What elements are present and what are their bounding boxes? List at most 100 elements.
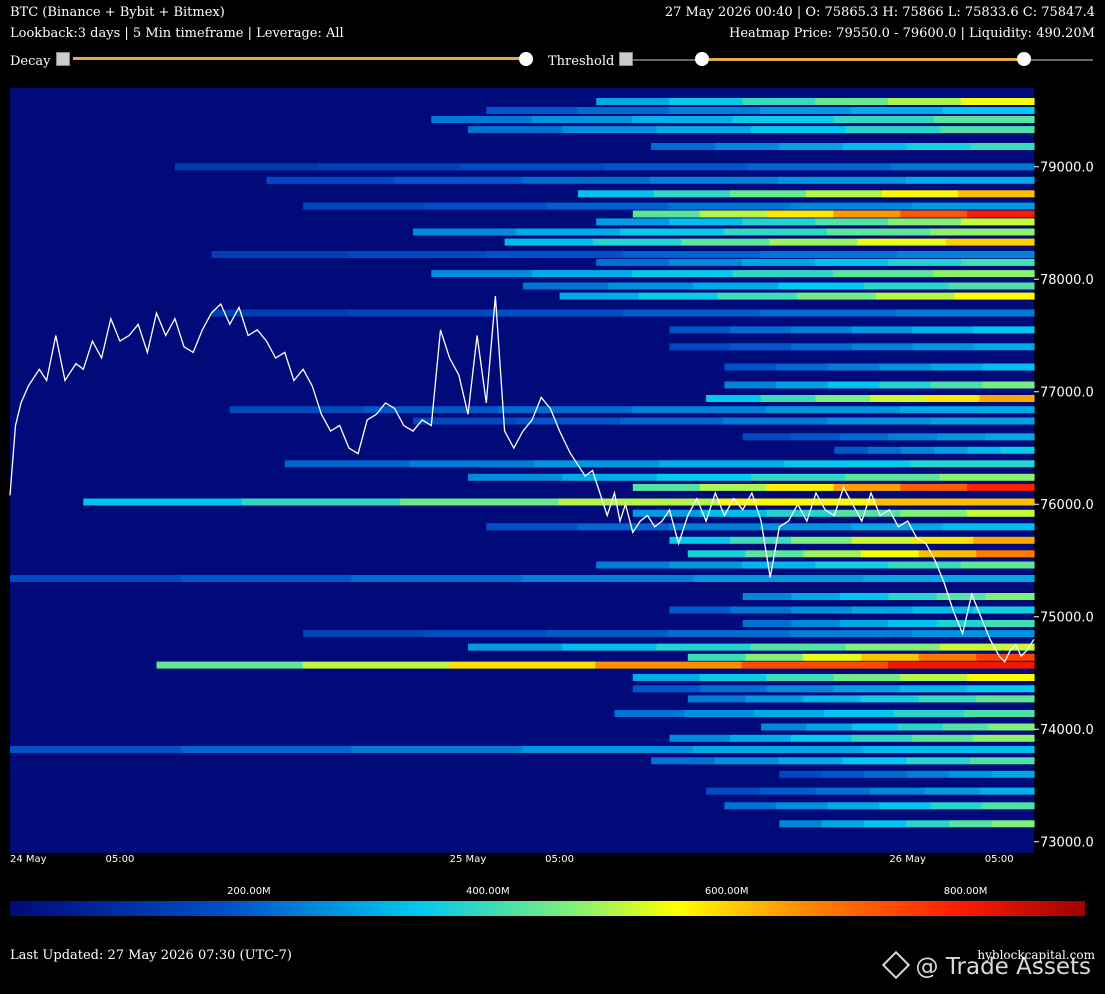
x-tick-label: 05:00 (985, 854, 1014, 865)
liquidity-band-segment (485, 251, 624, 258)
liquidity-band-segment (668, 202, 791, 210)
liquidity-band-segment (894, 710, 965, 717)
colorbar-tick-label: 600.00M (704, 886, 749, 897)
liquidity-band-segment (348, 251, 487, 258)
liquidity-band-segment (546, 202, 670, 210)
liquidity-band-segment (900, 674, 968, 681)
decay-label: Decay (10, 54, 51, 69)
liquidity-band-segment (851, 536, 914, 544)
liquidity-band-segment (982, 363, 1035, 371)
liquidity-band-segment (936, 593, 986, 600)
liquidity-band-segment (604, 163, 749, 171)
liquidation-heatmap-chart[interactable]: 73000.0 74000.0 75000.0 76000.0 77000.0 78000… (0, 80, 1105, 870)
last-updated-text: Last Updated: 27 May 2026 07:30 (UTC-7) (10, 948, 292, 963)
liquidity-band-segment (522, 176, 651, 184)
liquidity-band (83, 498, 1035, 506)
liquidity-band-segment (669, 734, 731, 742)
liquidity-band-segment (827, 228, 932, 236)
threshold-info-icon[interactable] (619, 52, 634, 66)
liquidity-band-segment (729, 190, 807, 198)
liquidity-band-segment (715, 757, 780, 765)
liquidity-band-segment (890, 163, 1035, 171)
threshold-slider-low-knob[interactable] (695, 52, 709, 66)
liquidity-band-segment (468, 473, 563, 481)
y-axis-ticks: 73000.0 74000.0 75000.0 76000.0 77000.0 78000… (1034, 160, 1094, 850)
liquidity-band-segment (765, 406, 901, 414)
liquidity-band-segment (803, 550, 862, 558)
liquidity-band (614, 710, 1035, 717)
liquidity-band-segment (827, 417, 932, 425)
liquidity-band-segment (900, 446, 935, 454)
liquidity-band (669, 343, 1035, 351)
liquidity-band-segment (912, 202, 1035, 210)
liquidity-band (10, 575, 1035, 582)
liquidity-band-segment (973, 326, 1035, 334)
liquidity-band-segment (592, 238, 682, 246)
liquidity-band (468, 126, 1035, 134)
decay-control: Decay (10, 52, 70, 69)
liquidity-band-segment (413, 228, 518, 236)
x-tick-label: 25 May (450, 854, 487, 865)
liquidity-band-segment (742, 258, 816, 266)
liquidity-band-segment (961, 218, 1035, 226)
liquidity-band-segment (839, 593, 889, 600)
liquidity-band-segment (461, 163, 605, 171)
liquidity-band-segment (900, 210, 968, 218)
liquidity-band-segment (669, 343, 731, 351)
liquidity-band-segment (806, 723, 853, 731)
liquidity-band-segment (888, 593, 938, 600)
liquidity-band-segment (930, 228, 1035, 236)
liquidity-band-segment (930, 802, 983, 810)
liquidity-band-segment (668, 630, 791, 638)
liquidity-band-segment (985, 433, 1035, 441)
liquidity-band (742, 620, 1035, 627)
liquidity-band-segment (784, 460, 910, 468)
liquidity-band-segment (651, 757, 716, 765)
liquidity-band-segment (851, 606, 914, 614)
liquidity-band-segment (973, 606, 1035, 614)
chart-title: BTC (Binance + Bybit + Bitmex) (10, 5, 225, 20)
threshold-slider-fill (702, 58, 1024, 61)
liquidity-band-segment (754, 710, 825, 717)
liquidity-band-segment (595, 661, 743, 669)
liquidity-band-segment (394, 176, 523, 184)
watermark: @ Trade Assets (881, 950, 1091, 980)
liquidity-band-segment (815, 218, 889, 226)
liquidity-band-segment (318, 163, 462, 171)
liquidity-band-segment (803, 695, 862, 703)
liquidity-band-segment (863, 575, 1035, 582)
decay-slider-fill (73, 57, 526, 60)
liquidity-band-segment (742, 620, 792, 627)
liquidity-band-segment (939, 643, 1035, 651)
liquidity-band-segment (468, 126, 563, 134)
liquidity-band-segment (766, 685, 835, 693)
liquidity-band (632, 210, 1035, 218)
liquidity-band-segment (715, 143, 780, 150)
liquidity-band-segment (699, 674, 768, 681)
liquidity-band-segment (10, 746, 182, 753)
liquidity-band-segment (717, 292, 798, 300)
liquidity-band-segment (912, 343, 974, 351)
liquidity-band-segment (724, 381, 777, 389)
decay-slider-knob[interactable] (519, 52, 533, 66)
liquidity-band-segment (778, 282, 865, 290)
liquidity-band (10, 746, 1035, 753)
liquidity-band-segment (791, 343, 853, 351)
y-tick-label: 79000.0 (1040, 160, 1094, 175)
liquidity-band (669, 536, 1035, 544)
liquidity-band (468, 473, 1035, 481)
liquidity-band-segment (906, 770, 950, 778)
liquidity-band-segment (970, 143, 1035, 150)
liquidity-band-segment (424, 630, 548, 638)
liquidity-band-segment (742, 218, 816, 226)
decay-info-icon[interactable] (55, 52, 70, 66)
liquidity-band-segment (730, 536, 792, 544)
liquidity-band (632, 674, 1035, 681)
liquidity-band-segment (852, 723, 899, 731)
liquidity-band (303, 202, 1035, 210)
liquidity-band-segment (912, 734, 974, 742)
liquidity-band-segment (936, 433, 986, 441)
liquidity-band-segment (653, 190, 731, 198)
liquidity-band-segment (681, 238, 770, 246)
threshold-slider-high-knob[interactable] (1017, 52, 1031, 66)
